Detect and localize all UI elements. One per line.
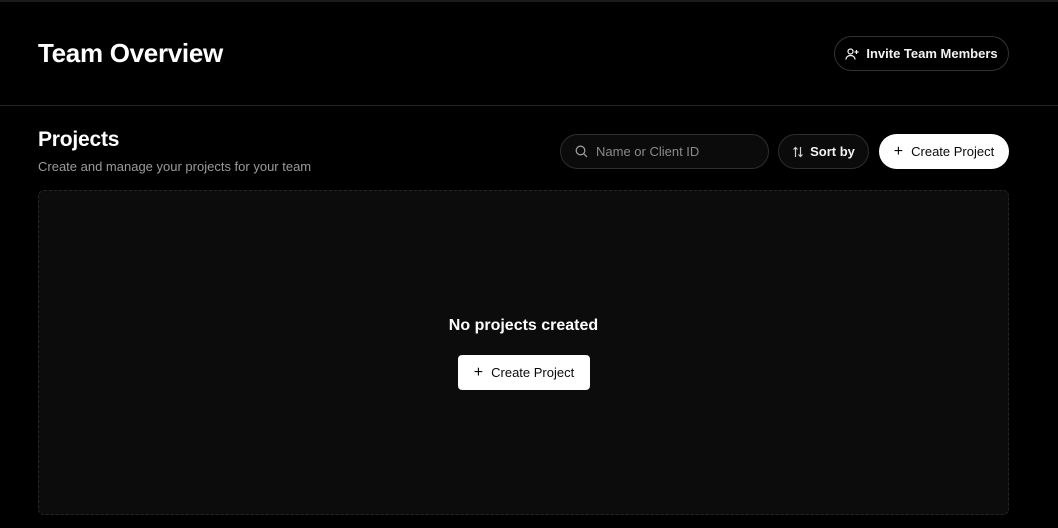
empty-state-create-project-button[interactable]: + Create Project [458,355,590,390]
sort-button-label: Sort by [810,144,855,159]
create-project-label: Create Project [911,144,995,159]
user-plus-icon [845,47,859,61]
empty-state-create-label: Create Project [491,365,575,380]
create-project-button[interactable]: + Create Project [879,134,1009,169]
invite-button-label: Invite Team Members [866,46,998,61]
page-header: Team Overview Invite Team Members [0,2,1058,106]
invite-team-members-button[interactable]: Invite Team Members [834,36,1009,71]
projects-title: Projects [38,128,120,151]
sort-by-button[interactable]: Sort by [778,134,869,169]
plus-icon: + [893,142,904,160]
sort-arrows-icon [792,146,804,158]
projects-subtitle: Create and manage your projects for your… [38,159,312,174]
page-title: Team Overview [38,38,223,68]
projects-empty-panel: No projects created + Create Project [38,190,1009,515]
search-box[interactable] [560,134,769,169]
search-input[interactable] [596,144,756,159]
plus-icon: + [473,363,484,381]
empty-state-title: No projects created [448,317,599,334]
search-icon [575,145,588,158]
